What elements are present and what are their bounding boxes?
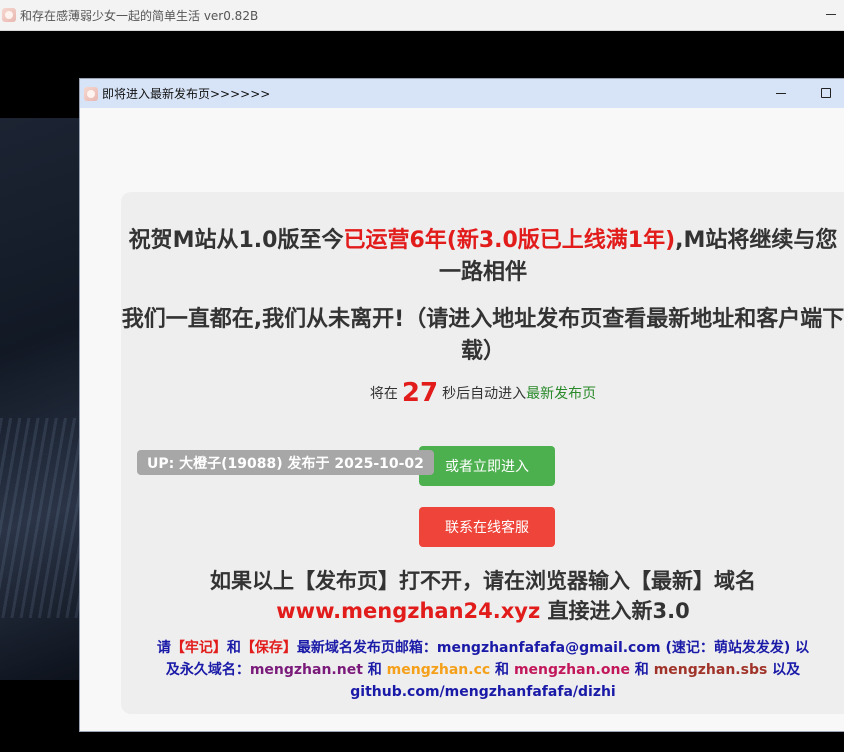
domain-net-link[interactable]: mengzhan.net xyxy=(250,662,363,678)
domain-notice-line: 如果以上【发布页】打不开，请在浏览器输入【最新】域名 xyxy=(210,569,756,593)
countdown: 将在 27 秒后自动进入最新发布页 xyxy=(121,378,844,408)
domain-sbs-link[interactable]: mengzhan.sbs xyxy=(654,662,768,678)
maximize-icon[interactable] xyxy=(821,88,831,98)
latest-domain-link[interactable]: www.mengzhan24.xyz xyxy=(276,599,540,623)
app-icon xyxy=(2,8,16,22)
background-window-titlebar: 和存在感薄弱少女一起的简单生活 ver0.82B xyxy=(0,0,844,31)
domain-one-link[interactable]: mengzhan.one xyxy=(514,662,630,678)
release-page-link[interactable]: 最新发布页 xyxy=(526,386,596,402)
popup-app-icon xyxy=(84,86,98,101)
headline-still-here: 我们一直都在,我们从未离开!（请进入地址发布页查看最新地址和客户端下载） xyxy=(121,307,844,364)
minimize-icon[interactable] xyxy=(776,93,786,94)
notice-save: 【保存】 xyxy=(240,640,297,656)
permanent-domains-notice: 请【牢记】和【保存】最新域名发布页邮箱：mengzhanfafafa@gmail… xyxy=(151,637,815,703)
enter-now-button[interactable]: 或者立即进入 xyxy=(419,446,555,486)
notice-text: 请 xyxy=(156,640,171,656)
popup-titlebar[interactable]: 即将进入最新发布页>>>>>> xyxy=(80,79,844,108)
countdown-prefix: 将在 xyxy=(369,386,398,402)
headline-highlight: 已运营6年(新3.0版已上线满1年) xyxy=(343,228,676,253)
domain-cc-link[interactable]: mengzhan.cc xyxy=(387,662,491,678)
popup-title: 即将进入最新发布页>>>>>> xyxy=(102,87,271,101)
minimize-icon[interactable] xyxy=(826,14,836,15)
domain-notice-suffix: 直接进入新3.0 xyxy=(540,599,690,623)
background-game-scene xyxy=(0,118,80,680)
countdown-middle: 秒后自动进入 xyxy=(442,386,527,402)
headline-anniversary: 祝贺M站从1.0版至今已运营6年(新3.0版已上线满1年),M站将继续与您一路相… xyxy=(121,225,844,289)
headline-text: 祝贺M站从1.0版至今 xyxy=(128,228,344,253)
notice-text: 和 xyxy=(362,662,387,678)
notice-text: 和 xyxy=(490,662,514,678)
popup-window: 即将进入最新发布页>>>>>> 祝贺M站从1.0版至今已运营6年(新3.0版已上… xyxy=(79,78,844,732)
notice-text: 和 xyxy=(226,640,241,656)
notice-text: 和 xyxy=(629,662,654,678)
notice-remember: 【牢记】 xyxy=(170,640,227,656)
domain-notice: 如果以上【发布页】打不开，请在浏览器输入【最新】域名 www.mengzhan2… xyxy=(121,566,844,626)
background-window-title: 和存在感薄弱少女一起的简单生活 ver0.82B xyxy=(20,8,259,23)
uploader-badge: UP: 大橙子(19088) 发布于 2025-10-02 xyxy=(137,450,434,475)
contact-service-button[interactable]: 联系在线客服 xyxy=(419,507,555,547)
countdown-seconds: 27 xyxy=(401,378,439,408)
